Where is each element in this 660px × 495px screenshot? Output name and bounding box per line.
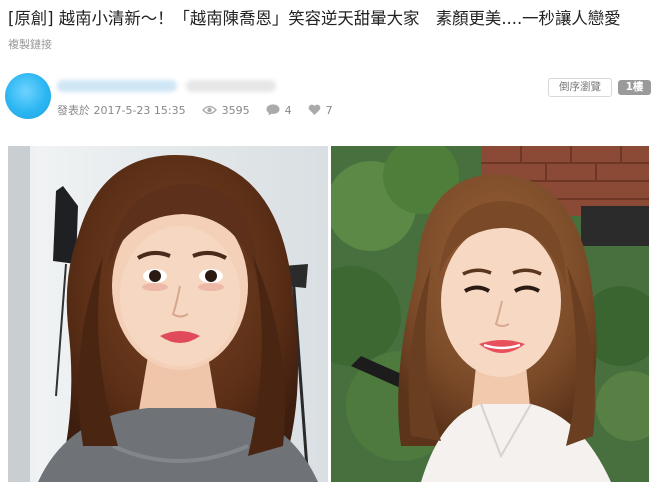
- reverse-order-button[interactable]: 倒序瀏覽: [548, 78, 612, 97]
- views-count: 3595: [221, 103, 250, 117]
- replies-count: 4: [284, 103, 292, 117]
- views-stat: 3595: [201, 103, 250, 117]
- post-title: [原創] 越南小清新～！「越南陳喬恩」笑容逆天甜暈大家 素顏更美....一秒讓人…: [8, 9, 621, 28]
- copy-link[interactable]: 複製鏈接: [8, 36, 52, 52]
- replies-stat: 4: [266, 104, 292, 117]
- author-name-blurred[interactable]: [57, 80, 177, 92]
- post-date: 發表於 2017-5-23 15:35: [57, 104, 186, 117]
- heart-icon: [308, 104, 321, 116]
- author-avatar[interactable]: [5, 73, 51, 119]
- author-meta-blurred: [186, 80, 276, 92]
- likes-count: 7: [325, 103, 333, 117]
- floor-badge: 1樓: [618, 80, 651, 95]
- eye-icon: [201, 105, 217, 115]
- post-meta: 發表於 2017-5-23 15:35 3595 4 7: [57, 102, 333, 118]
- likes-stat: 7: [308, 104, 333, 117]
- comment-icon: [266, 104, 280, 116]
- portrait-photo-left[interactable]: [8, 146, 328, 482]
- portrait-photo-right[interactable]: [331, 146, 649, 482]
